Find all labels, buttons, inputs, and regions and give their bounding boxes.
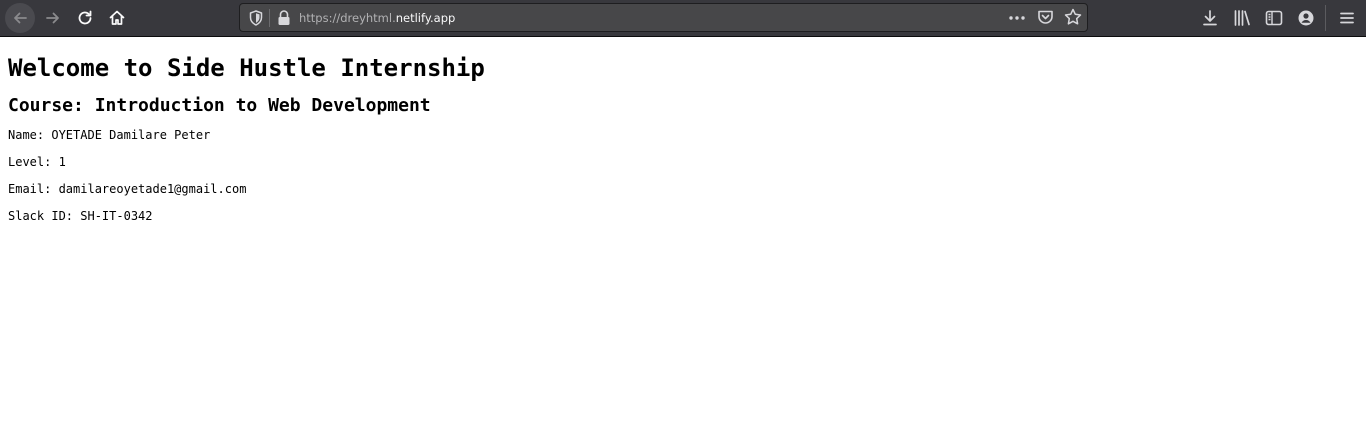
browser-toolbar: https://dreyhtml.netlify.app [0,0,1366,37]
level-line: Level: 1 [8,155,66,169]
url-bar-separator [269,9,270,27]
course-heading: Course: Introduction to Web Development [8,95,431,116]
toolbar-divider [1325,5,1326,31]
download-icon[interactable] [1200,8,1220,28]
url-prefix: https://dreyhtml. [299,11,396,25]
lock-icon[interactable] [276,9,292,27]
star-icon[interactable] [1063,7,1083,27]
menu-icon[interactable] [1337,8,1357,28]
back-arrow-icon [14,12,27,24]
url-bar[interactable]: https://dreyhtml.netlify.app [239,3,1088,32]
reload-button[interactable] [70,3,100,33]
reload-icon [78,10,92,25]
sidebar-icon[interactable] [1264,8,1284,28]
forward-arrow-icon [46,12,59,24]
page-content: Welcome to Side Hustle Internship Course… [8,38,1358,224]
library-icon[interactable] [1232,8,1252,28]
email-line: Email: damilareoyetade1@gmail.com [8,182,247,196]
more-icon[interactable] [1006,9,1028,27]
name-line: Name: OYETADE Damilare Peter [8,128,211,142]
forward-button[interactable] [38,3,68,33]
page-heading: Welcome to Side Hustle Internship [8,54,485,82]
home-button[interactable] [102,3,132,33]
slack-id-line: Slack ID: SH-IT-0342 [8,209,153,223]
back-button[interactable] [5,3,35,33]
url-text[interactable]: https://dreyhtml.netlify.app [299,10,455,26]
account-icon[interactable] [1296,8,1316,28]
shield-icon[interactable] [247,9,265,27]
home-icon [109,10,125,25]
url-domain: netlify.app [395,11,456,25]
pocket-icon[interactable] [1036,8,1055,27]
